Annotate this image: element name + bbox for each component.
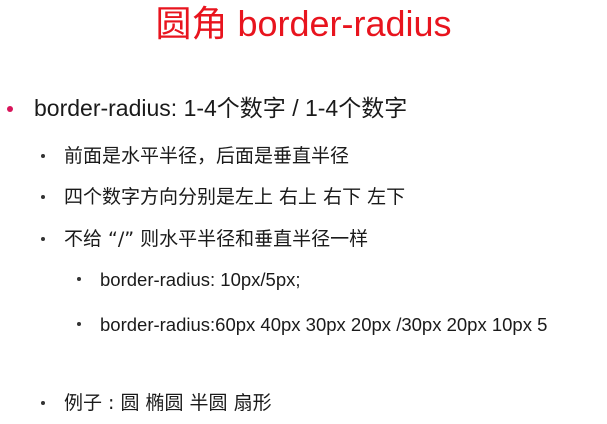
bullet-item-no-slash: 不给 “/” 则水平半径和垂直半径一样: [41, 225, 369, 253]
bullet-text: border-radius:60px 40px 30px 20px /30px …: [100, 314, 548, 335]
slide: 圆角 border-radius border-radius: 1-4个数字 / …: [0, 0, 607, 424]
bullet-item-example-short: border-radius: 10px/5px;: [77, 265, 301, 295]
bullet-text: 例子 : 圆 椭圆 半圆 扇形: [64, 392, 272, 414]
bullet-text: 四个数字方向分别是左上 右上 右下 左下: [64, 186, 406, 208]
bullet-dot-icon: [41, 237, 45, 241]
title-cjk: 圆角: [155, 4, 228, 45]
bullet-item-directions: 四个数字方向分别是左上 右上 右下 左下: [41, 183, 406, 211]
bullet-dot-icon: [7, 106, 13, 112]
bullet-dot-icon: [41, 195, 45, 199]
bullet-text: border-radius: 1-4个数字 / 1-4个数字: [34, 95, 408, 121]
bullet-text: border-radius: 10px/5px;: [100, 269, 301, 290]
bullet-dot-icon: [41, 154, 45, 158]
title-en: border-radius: [237, 3, 452, 44]
slide-title: 圆角 border-radius: [0, 2, 607, 47]
bullet-dot-icon: [77, 277, 81, 281]
bullet-text: 前面是水平半径，后面是垂直半径: [64, 145, 350, 167]
bullet-item-front-back: 前面是水平半径，后面是垂直半径: [41, 142, 350, 170]
bullet-text: 不给 “/” 则水平半径和垂直半径一样: [64, 228, 369, 250]
bullet-dot-icon: [41, 401, 45, 405]
bullet-item-example-long: border-radius:60px 40px 30px 20px /30px …: [77, 310, 600, 340]
bullet-dot-icon: [77, 322, 81, 326]
bullet-item-examples: 例子 : 圆 椭圆 半圆 扇形: [41, 389, 272, 417]
bullet-item-syntax: border-radius: 1-4个数字 / 1-4个数字: [7, 92, 408, 124]
